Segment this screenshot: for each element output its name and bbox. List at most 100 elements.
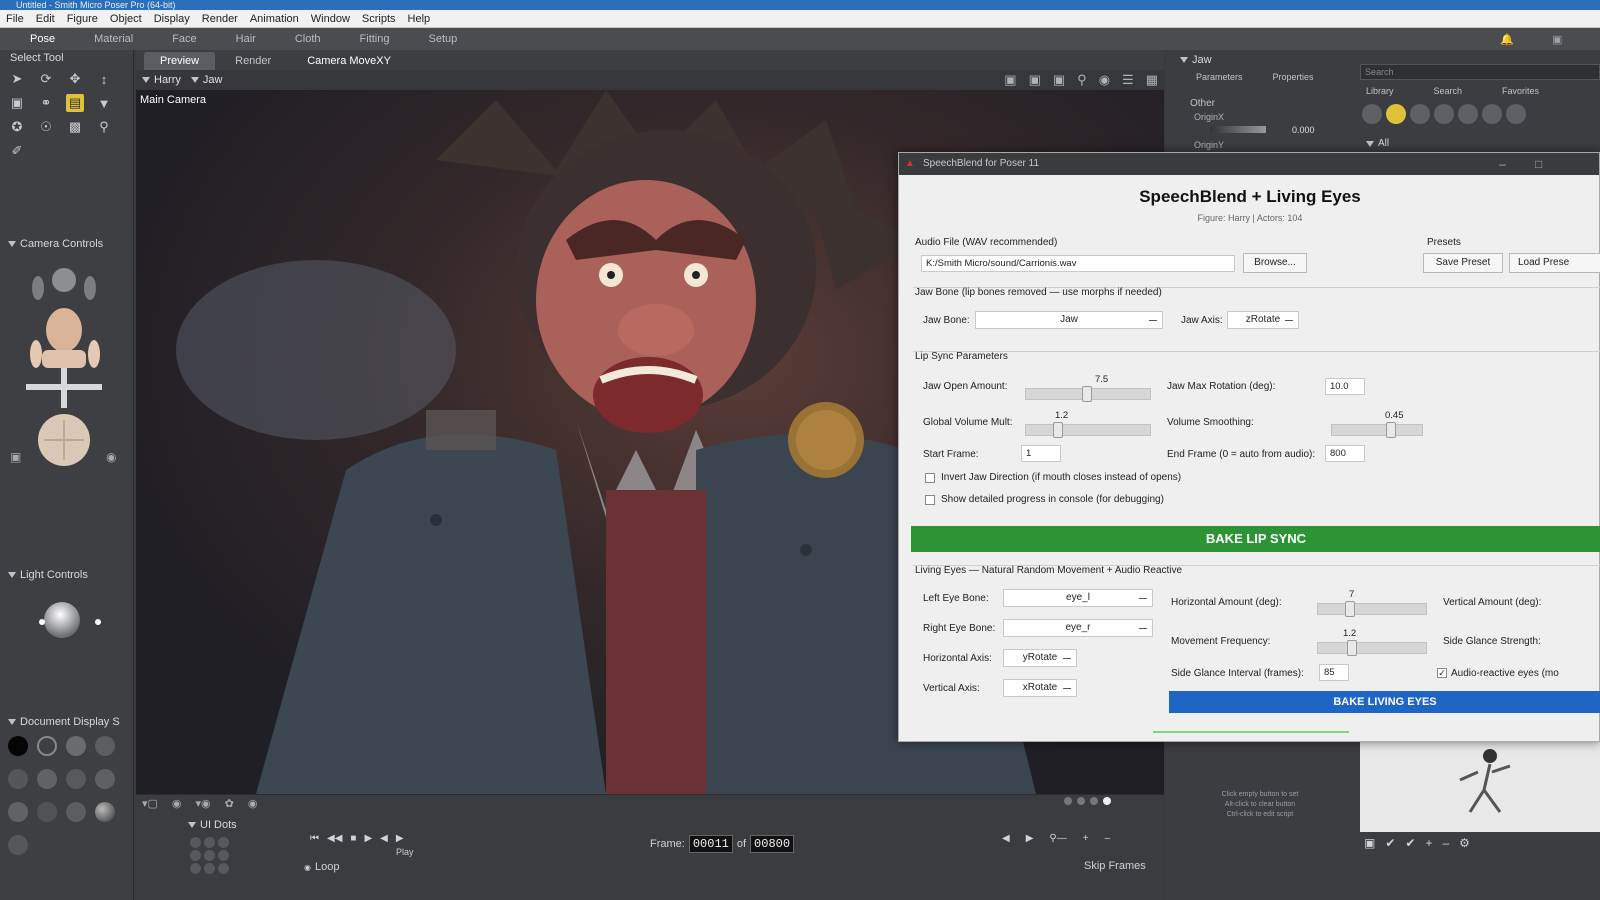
scale-tool-icon[interactable]: ▣ xyxy=(8,94,26,112)
figures-category-icon[interactable] xyxy=(1362,104,1382,124)
smooth-lined-style-icon[interactable] xyxy=(66,802,86,822)
menu-display[interactable]: Display xyxy=(154,13,190,25)
display-menu-icon[interactable]: ▾▢ xyxy=(142,797,158,810)
next-keyframe-icon[interactable]: ▶ xyxy=(1026,833,1034,844)
room-tab-fitting[interactable]: Fitting xyxy=(360,33,390,45)
play-icon[interactable]: ▶ xyxy=(364,833,372,844)
show-progress-checkbox[interactable] xyxy=(925,495,935,505)
add-icon[interactable]: + xyxy=(1425,836,1432,850)
layout-dot[interactable] xyxy=(1077,797,1085,805)
ui-dot[interactable] xyxy=(190,863,201,874)
ui-dot[interactable] xyxy=(204,850,215,861)
side-glance-interval-field[interactable]: 85 xyxy=(1319,664,1349,681)
slider-thumb[interactable] xyxy=(1082,386,1092,402)
menu-object[interactable]: Object xyxy=(110,13,142,25)
taper-tool-icon[interactable]: ⚭ xyxy=(37,94,55,112)
room-tab-material[interactable]: Material xyxy=(94,33,133,45)
start-frame-field[interactable]: 1 xyxy=(1021,445,1061,462)
expressions-category-icon[interactable] xyxy=(1410,104,1430,124)
library-search-input[interactable]: Search xyxy=(1360,64,1600,80)
chain-break-tool-icon[interactable]: ▤ xyxy=(66,94,84,112)
tab-properties[interactable]: Properties xyxy=(1273,72,1314,82)
vertical-axis-select[interactable]: xRotate xyxy=(1003,679,1077,697)
figure-dropdown[interactable]: Harry xyxy=(142,74,181,86)
bake-living-eyes-button[interactable]: BAKE LIVING EYES xyxy=(1169,691,1600,713)
ui-dot[interactable] xyxy=(190,837,201,848)
grid-icon[interactable]: ▦ xyxy=(1146,72,1158,88)
flat-shaded-style-icon[interactable] xyxy=(37,769,57,789)
translate-tool-icon[interactable]: ↕ xyxy=(95,70,113,88)
menu-file[interactable]: File xyxy=(6,13,24,25)
apply-icon[interactable]: ✔ xyxy=(1385,836,1395,850)
layout-dot[interactable] xyxy=(1090,797,1098,805)
volume-smoothing-slider[interactable] xyxy=(1331,422,1423,438)
slider-thumb[interactable] xyxy=(1346,640,1357,656)
cameras-category-icon[interactable] xyxy=(1506,104,1526,124)
bell-icon[interactable]: 🔔 xyxy=(1500,33,1514,46)
settings-icon[interactable]: ⚙ xyxy=(1459,836,1470,850)
minimize-icon[interactable]: – xyxy=(1499,153,1506,175)
props-category-icon[interactable] xyxy=(1458,104,1478,124)
jaw-open-slider[interactable] xyxy=(1025,386,1151,402)
room-tab-hair[interactable]: Hair xyxy=(236,33,256,45)
chat-icon[interactable]: ▣ xyxy=(1552,33,1562,46)
audio-reactive-eyes-checkbox[interactable]: ✓ xyxy=(1437,668,1447,678)
browse-button[interactable]: Browse... xyxy=(1243,253,1307,273)
horizontal-amount-slider[interactable] xyxy=(1317,601,1427,617)
color-tool-icon[interactable]: ▼ xyxy=(95,94,113,112)
ui-dot[interactable] xyxy=(218,863,229,874)
left-eye-select[interactable]: eye_l xyxy=(1003,589,1153,607)
render-camera-icon[interactable]: ▣ xyxy=(1029,72,1041,88)
right-eye-select[interactable]: eye_r xyxy=(1003,619,1153,637)
outline-style-icon[interactable] xyxy=(37,736,57,756)
tab-preview[interactable]: Preview xyxy=(144,52,216,70)
hidden-line-style-icon[interactable] xyxy=(95,736,115,756)
search-icon[interactable]: ⚲ xyxy=(1077,72,1087,88)
current-frame-field[interactable]: 00011 xyxy=(688,835,733,853)
menu-animation[interactable]: Animation xyxy=(250,13,299,25)
prev-keyframe-icon[interactable]: ◀ xyxy=(1002,833,1010,844)
next-key-icon[interactable]: ▶ xyxy=(396,833,404,844)
ui-dot[interactable] xyxy=(190,850,201,861)
jaw-axis-select[interactable]: zRotate xyxy=(1227,311,1299,329)
tab-library[interactable]: Library xyxy=(1366,86,1394,96)
tab-camera-movexy[interactable]: Camera MoveXY xyxy=(291,52,407,70)
render-style-icon[interactable]: ▾◉ xyxy=(196,797,211,810)
silhouette-style-icon[interactable] xyxy=(8,736,28,756)
end-frame-field[interactable]: 800 xyxy=(1325,445,1365,462)
menu-window[interactable]: Window xyxy=(311,13,350,25)
layout-dot[interactable] xyxy=(1103,797,1111,805)
loop-toggle[interactable]: ◉ Loop xyxy=(304,861,339,873)
movement-frequency-slider[interactable] xyxy=(1317,640,1427,656)
wireframe-style-icon[interactable] xyxy=(66,736,86,756)
bake-lip-sync-button[interactable]: BAKE LIP SYNC xyxy=(911,526,1600,552)
texture-shaded-style-icon[interactable] xyxy=(95,802,115,822)
layers-icon[interactable]: ☰ xyxy=(1122,72,1134,88)
library-all-folder[interactable]: All xyxy=(1366,138,1389,149)
audio-path-field[interactable]: K:/Smith Micro/sound/Carrionis.wav xyxy=(921,255,1235,272)
slider-thumb[interactable] xyxy=(1386,422,1396,438)
camera-options-icon[interactable]: ◉ xyxy=(106,450,116,464)
check-icon[interactable]: ✔ xyxy=(1405,836,1415,850)
camera-icon[interactable]: ▣ xyxy=(10,450,21,464)
horizontal-axis-select[interactable]: yRotate xyxy=(1003,649,1077,667)
tab-parameters[interactable]: Parameters xyxy=(1196,72,1243,82)
param-group-other[interactable]: Other xyxy=(1190,98,1215,109)
ui-dot[interactable] xyxy=(218,850,229,861)
hair-category-icon[interactable] xyxy=(1434,104,1454,124)
room-tab-pose[interactable]: Pose xyxy=(30,33,55,45)
step-back-icon[interactable]: ◀◀ xyxy=(327,833,342,844)
flat-lined-style-icon[interactable] xyxy=(66,769,86,789)
global-volume-slider[interactable] xyxy=(1025,422,1151,438)
smooth-shaded-style-icon[interactable] xyxy=(37,802,57,822)
preview-style-icon[interactable] xyxy=(8,835,28,855)
prev-key-icon[interactable]: ◀ xyxy=(380,833,388,844)
zoom-tool-icon[interactable]: ⚲ xyxy=(95,118,113,136)
add-keyframe-icon[interactable]: + xyxy=(1083,833,1089,844)
remove-keyframe-icon[interactable]: – xyxy=(1105,833,1111,844)
menu-edit[interactable]: Edit xyxy=(36,13,55,25)
jaw-bone-select[interactable]: Jaw xyxy=(975,311,1163,329)
go-start-icon[interactable]: ⏮ xyxy=(310,833,319,844)
move-tool-icon[interactable]: ✥ xyxy=(66,70,84,88)
lit-wireframe-style-icon[interactable] xyxy=(8,769,28,789)
